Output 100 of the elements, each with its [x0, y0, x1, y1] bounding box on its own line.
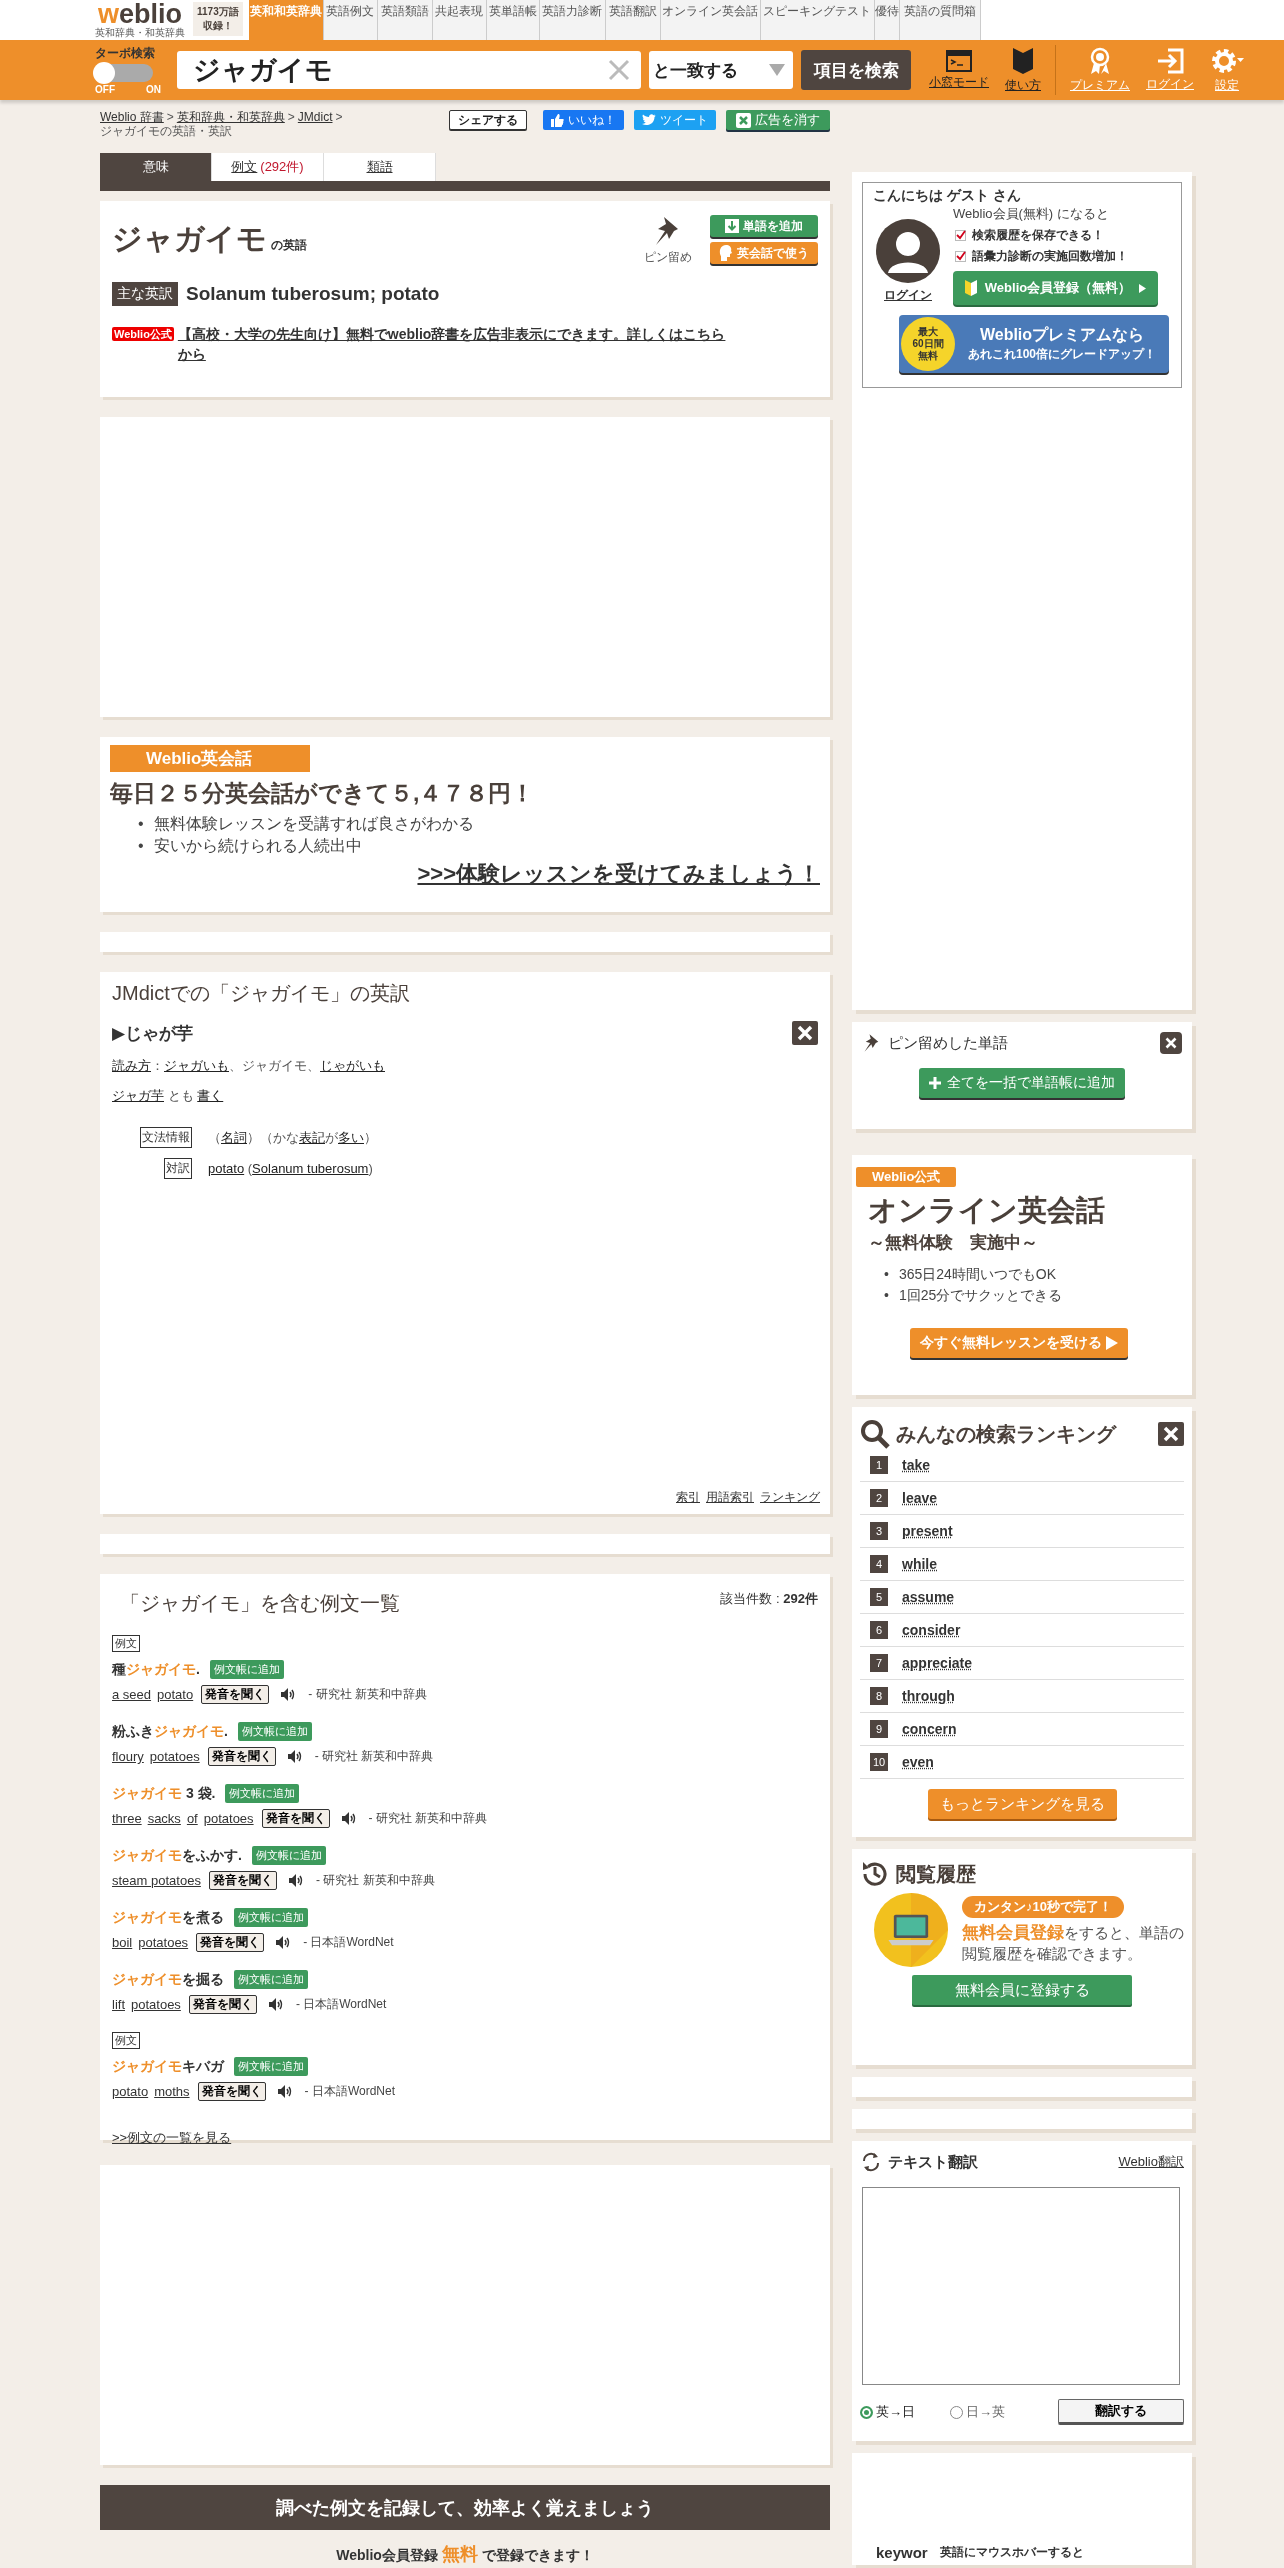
toolbar-link[interactable]: 小窓モード — [921, 49, 997, 91]
login-link[interactable]: ログイン — [884, 287, 932, 304]
ranking-word-link[interactable]: appreciate — [902, 1655, 973, 1671]
tab[interactable]: 例文 (292件) — [212, 153, 324, 181]
english-word-link[interactable]: sacks — [147, 1811, 181, 1826]
listen-button[interactable]: 発音を聞く — [197, 2082, 266, 2101]
trial-lesson-link[interactable]: >>>体験レッスンを受けてみましょう！ — [110, 859, 820, 889]
reading-link[interactable]: じゃがいも — [320, 1058, 385, 1073]
translation-link[interactable]: potato — [208, 1161, 245, 1176]
turbo-toggle[interactable] — [95, 64, 153, 82]
add-word-button[interactable]: 単語を追加 — [710, 215, 818, 237]
tab[interactable]: 意味 — [100, 153, 212, 181]
breadcrumb-link[interactable]: Weblio 辞書 — [100, 110, 164, 124]
listen-button[interactable]: 発音を聞く — [201, 1685, 270, 1704]
english-word-link[interactable]: a seed — [112, 1687, 152, 1702]
grammar-link[interactable]: 多い — [338, 1129, 364, 1145]
nav-tab[interactable]: 英語の質問箱 — [899, 0, 981, 40]
ranking-word-link[interactable]: take — [902, 1457, 931, 1473]
nav-tab[interactable]: 優待 — [874, 0, 900, 40]
listen-button[interactable]: 発音を聞く — [207, 1747, 276, 1766]
add-to-notebook-button[interactable]: 例文帳に追加 — [234, 2057, 308, 2076]
nav-tab[interactable]: 英語力診断 — [539, 0, 606, 40]
listen-button[interactable]: 発音を聞く — [188, 1995, 257, 2014]
speaker-icon[interactable] — [268, 1998, 284, 2011]
register-button[interactable]: Weblio会員登録（無料） — [953, 271, 1158, 305]
share-button[interactable]: 広告を消す — [726, 110, 830, 130]
ranking-word-link[interactable]: through — [902, 1688, 955, 1704]
weblio-logo[interactable]: weblio — [98, 2, 182, 26]
english-word-link[interactable]: moths — [154, 2084, 190, 2099]
english-word-link[interactable]: boil — [112, 1935, 133, 1950]
ranking-word-link[interactable]: present — [902, 1523, 953, 1539]
english-word-link[interactable]: potatoes — [131, 1997, 181, 2012]
register-button[interactable]: 無料会員に登録する — [912, 1975, 1132, 2005]
reading-link[interactable]: 読み方 — [112, 1058, 151, 1073]
nav-tab[interactable]: 英語例文 — [323, 0, 378, 40]
ranking-word-link[interactable]: even — [902, 1754, 934, 1770]
english-word-link[interactable]: potatoes — [203, 1811, 254, 1826]
speaker-icon[interactable] — [287, 1750, 303, 1763]
translation-link[interactable]: Solanum tuberosum — [252, 1161, 369, 1176]
ranking-word-link[interactable]: while — [902, 1556, 937, 1572]
ranking-word-link[interactable]: leave — [902, 1490, 938, 1506]
search-field[interactable]: ジャガイモ — [177, 51, 641, 89]
english-word-link[interactable]: three — [112, 1811, 142, 1826]
grammar-link[interactable]: 表記 — [299, 1129, 325, 1145]
add-to-notebook-button[interactable]: 例文帳に追加 — [209, 1660, 284, 1679]
pin-button[interactable]: ピン留め — [644, 215, 692, 266]
translate-input[interactable] — [862, 2187, 1180, 2385]
grammar-link[interactable]: 名詞 — [221, 1129, 247, 1145]
ranking-word-link[interactable]: consider — [902, 1622, 961, 1638]
footer-link[interactable]: 用語索引 — [706, 1489, 754, 1506]
share-button[interactable]: いいね！ — [543, 110, 624, 130]
speaker-icon[interactable] — [276, 1936, 292, 1949]
search-button[interactable]: 項目を検索 — [801, 50, 911, 90]
add-to-notebook-button[interactable]: 例文帳に追加 — [237, 1722, 312, 1741]
spelling-link[interactable]: ジャガ芋 — [112, 1088, 164, 1103]
breadcrumb-link[interactable]: 英和辞典・和英辞典 — [176, 110, 285, 124]
all-examples-link[interactable]: >>例文の一覧を見る — [112, 2129, 232, 2147]
share-button[interactable]: シェアする — [449, 110, 527, 130]
english-word-link[interactable]: potatoes — [149, 1749, 200, 1764]
close-button[interactable] — [792, 1021, 818, 1045]
listen-button[interactable]: 発音を聞く — [261, 1809, 330, 1828]
listen-button[interactable]: 発音を聞く — [208, 1871, 277, 1890]
translate-button[interactable]: 翻訳する — [1058, 2399, 1184, 2425]
close-button[interactable] — [1158, 1422, 1184, 1446]
match-select[interactable]: と一致する — [649, 51, 793, 89]
english-word-link[interactable]: potato — [157, 1687, 194, 1702]
nav-tab[interactable]: 英語翻訳 — [605, 0, 661, 40]
nav-tab[interactable]: 英語類語 — [377, 0, 433, 40]
speaker-icon[interactable] — [288, 1874, 304, 1887]
nav-tab[interactable]: 英単語帳 — [486, 0, 540, 40]
add-to-notebook-button[interactable]: 例文帳に追加 — [234, 1970, 308, 1989]
english-word-link[interactable]: potatoes — [138, 1935, 189, 1950]
ranking-word-link[interactable]: assume — [902, 1589, 955, 1605]
spelling-link[interactable]: 書く — [197, 1088, 224, 1103]
add-all-button[interactable]: 全てを一括で単語帳に追加 — [919, 1068, 1125, 1098]
direction-radio[interactable]: 英→日 — [860, 2403, 950, 2421]
tab[interactable]: 類語 — [324, 153, 436, 181]
speaker-icon[interactable] — [277, 2085, 293, 2098]
english-word-link[interactable]: of — [186, 1811, 198, 1826]
english-word-link[interactable]: lift — [112, 1997, 125, 2012]
speaker-icon[interactable] — [341, 1812, 357, 1825]
close-button[interactable] — [1160, 1032, 1182, 1054]
ranking-word-link[interactable]: concern — [902, 1721, 957, 1737]
footer-link[interactable]: ランキング — [760, 1489, 820, 1506]
speaker-icon[interactable] — [281, 1688, 297, 1701]
listen-button[interactable]: 発音を聞く — [196, 1933, 265, 1952]
add-to-notebook-button[interactable]: 例文帳に追加 — [225, 1784, 300, 1803]
nav-tab[interactable]: スピーキングテスト — [760, 0, 875, 40]
weblio-translate-link[interactable]: Weblio翻訳 — [1118, 2153, 1184, 2171]
english-word-link[interactable]: potato — [112, 2084, 149, 2099]
nav-tab[interactable]: オンライン英会話 — [660, 0, 761, 40]
nav-tab[interactable]: 共起表現 — [432, 0, 487, 40]
english-word-link[interactable]: steam potatoes — [112, 1873, 201, 1888]
add-to-notebook-button[interactable]: 例文帳に追加 — [251, 1846, 326, 1865]
promo-link[interactable]: 【高校・大学の先生向け】無料でweblio辞書を広告非表示にできます。詳しくはこちらから — [177, 324, 738, 364]
reading-link[interactable]: ジャガいも — [164, 1058, 229, 1073]
breadcrumb-link[interactable]: JMdict — [297, 110, 333, 124]
add-to-notebook-button[interactable]: 例文帳に追加 — [234, 1908, 308, 1927]
english-word-link[interactable]: floury — [112, 1749, 144, 1764]
toolbar-link[interactable]: 使い方 — [997, 46, 1049, 94]
